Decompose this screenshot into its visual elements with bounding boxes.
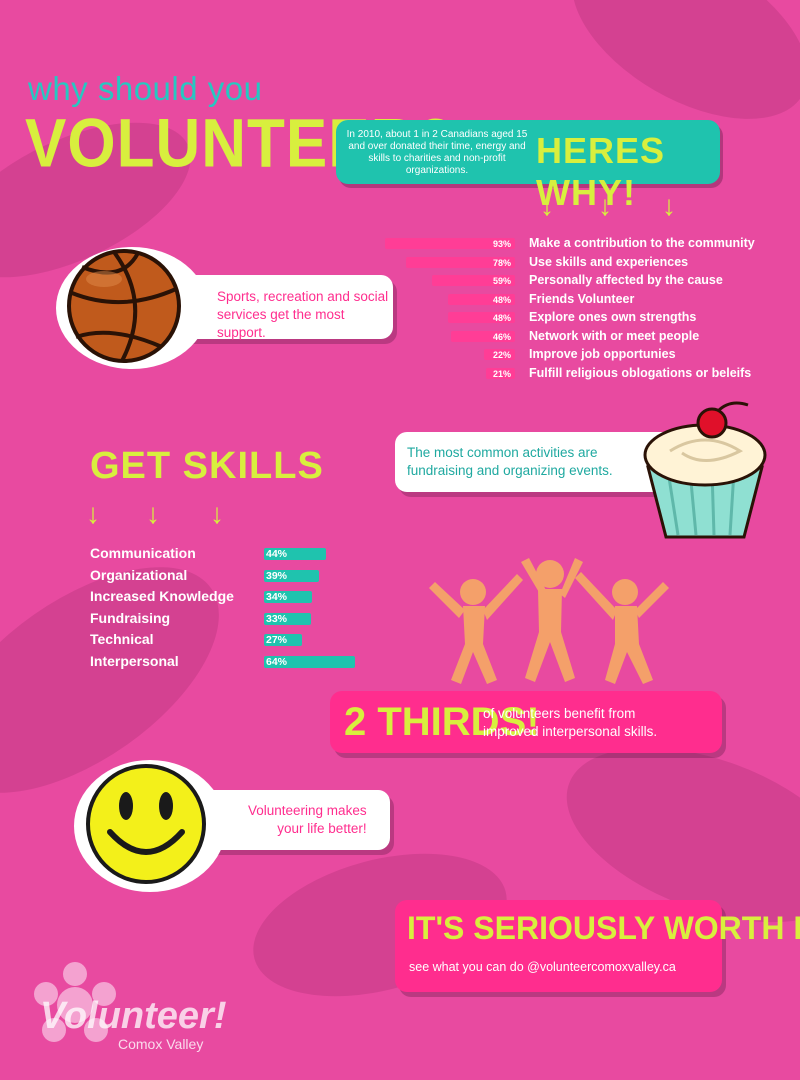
reason-percent: 78% [492,257,511,268]
reason-percent: 48% [492,313,511,323]
activities-text-line2: fundraising and organizing events. [407,463,613,478]
heres-why-title: HERES WHY! [536,130,666,213]
skill-label: Technical [90,631,154,647]
reason-label: Make a contribution to the community [529,236,755,250]
down-arrow-icon: ↓ [540,190,554,221]
life-text-line2: your life better! [277,821,367,836]
worth-it-title: IT'S SERIOUSLY WORTH IT! [407,910,800,946]
heres-why-banner: In 2010, about 1 in 2 Canadians aged 15 … [336,120,720,213]
people-celebrating-icon [429,558,669,684]
reason-percent: 93% [492,239,511,249]
two-thirds-banner: 2 THIRDS! of volunteers benefit from imp… [330,691,722,753]
title-line1: why should you [28,70,263,107]
logo-name: Volunteer! [40,995,227,1037]
two-thirds-line1: of volunteers benefit from [483,706,636,721]
reason-percent: 46% [492,331,511,342]
cupcake-icon [643,401,767,539]
down-arrow-icon: ↓ [662,190,676,221]
reason-label: Network with or meet people [529,328,700,343]
reason-percent: 59% [492,276,511,286]
activities-text-line1: The most common activities are [407,445,598,460]
reason-label: Explore ones own strengths [529,310,697,324]
reason-label: Improve job opportunies [529,347,676,361]
sports-text-line2: services get the most support. [217,307,345,340]
skill-percent: 34% [266,591,288,603]
skill-percent: 44% [266,548,288,560]
skill-label: Communication [90,545,196,561]
worth-it-banner: IT'S SERIOUSLY WORTH IT! see what you ca… [395,900,800,992]
heres-why-text: In 2010, about 1 in 2 Canadians aged 15 … [346,129,528,176]
reason-percent: 22% [492,350,511,360]
skill-label: Interpersonal [90,652,179,669]
down-arrow-icon: ↓ [598,190,612,221]
reason-percent: 21% [492,368,511,379]
worth-it-link-text[interactable]: see what you can do @volunteercomoxvalle… [409,960,676,974]
skill-percent: 33% [266,612,288,625]
basketball-icon [56,247,208,369]
skill-percent: 64% [266,655,288,668]
skill-label: Organizational [90,566,188,583]
logo-subtitle: Comox Valley [118,1036,204,1052]
down-arrow-icon: ↓ [146,498,160,529]
reason-label: Fulfill religious oblogations or beleifs [529,365,752,380]
skill-label: Fundraising [90,609,171,626]
two-thirds-line2: improved interpersonal skills. [483,724,658,739]
skill-percent: 39% [266,569,288,582]
reason-label: Use skills and experiences [529,254,689,269]
sports-text-line1: Sports, recreation and social [217,289,389,304]
reason-label: Friends Volunteer [529,291,635,306]
smiley-face-icon [74,760,226,892]
skill-percent: 27% [266,634,288,646]
life-text-line1: Volunteering makes [248,803,367,818]
down-arrow-icon: ↓ [86,498,100,529]
skill-label: Increased Knowledge [90,588,234,604]
skills-title: GET SKILLS [90,445,324,487]
activities-callout: The most common activities are fundraisi… [395,432,675,492]
down-arrow-icon: ↓ [210,498,224,529]
reason-percent: 48% [492,294,511,305]
reason-label: Personally affected by the cause [529,273,723,287]
